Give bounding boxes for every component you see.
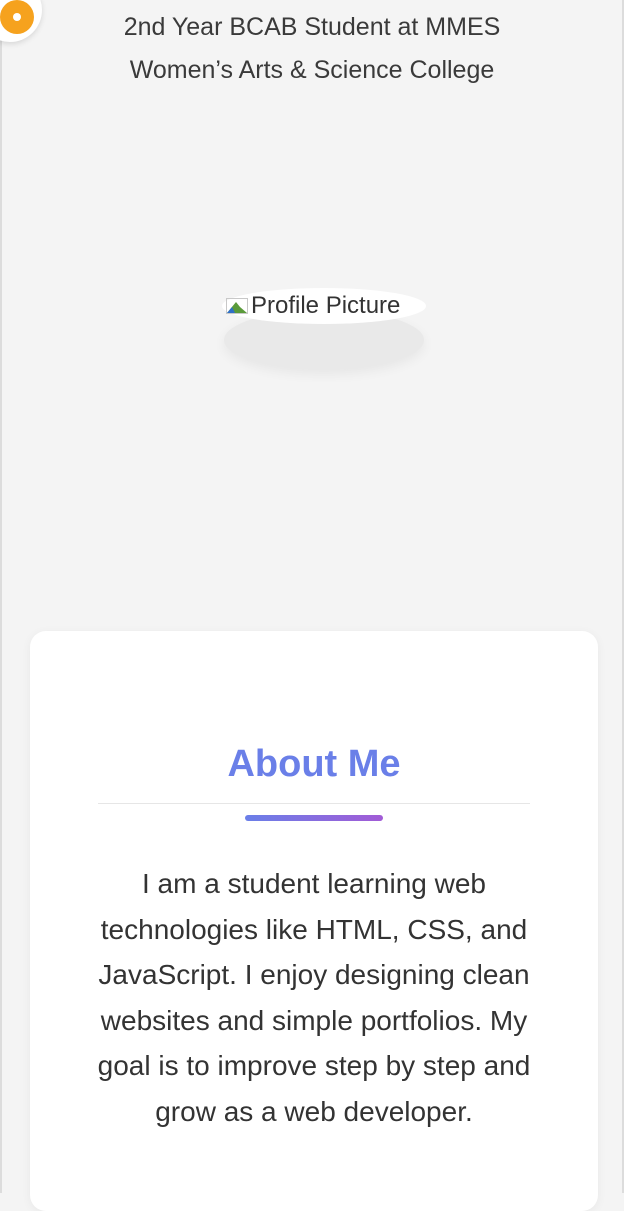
profile-picture-frame: Profile Picture [222, 288, 426, 324]
broken-image-icon [226, 298, 248, 314]
profile-picture: Profile Picture [222, 282, 426, 374]
about-title-underline [245, 815, 383, 821]
viewport-left-edge [0, 0, 2, 1193]
profile-picture-alt-text: Profile Picture [251, 292, 401, 319]
about-text: I am a student learning web technologies… [97, 868, 531, 1127]
about-card: About Me I am a student learning web tec… [30, 631, 598, 1211]
about-title-rule [98, 803, 530, 804]
hero-subtitle: 2nd Year BCAB Student at MMES Women’s Ar… [123, 13, 501, 84]
about-title: About Me [227, 743, 401, 785]
